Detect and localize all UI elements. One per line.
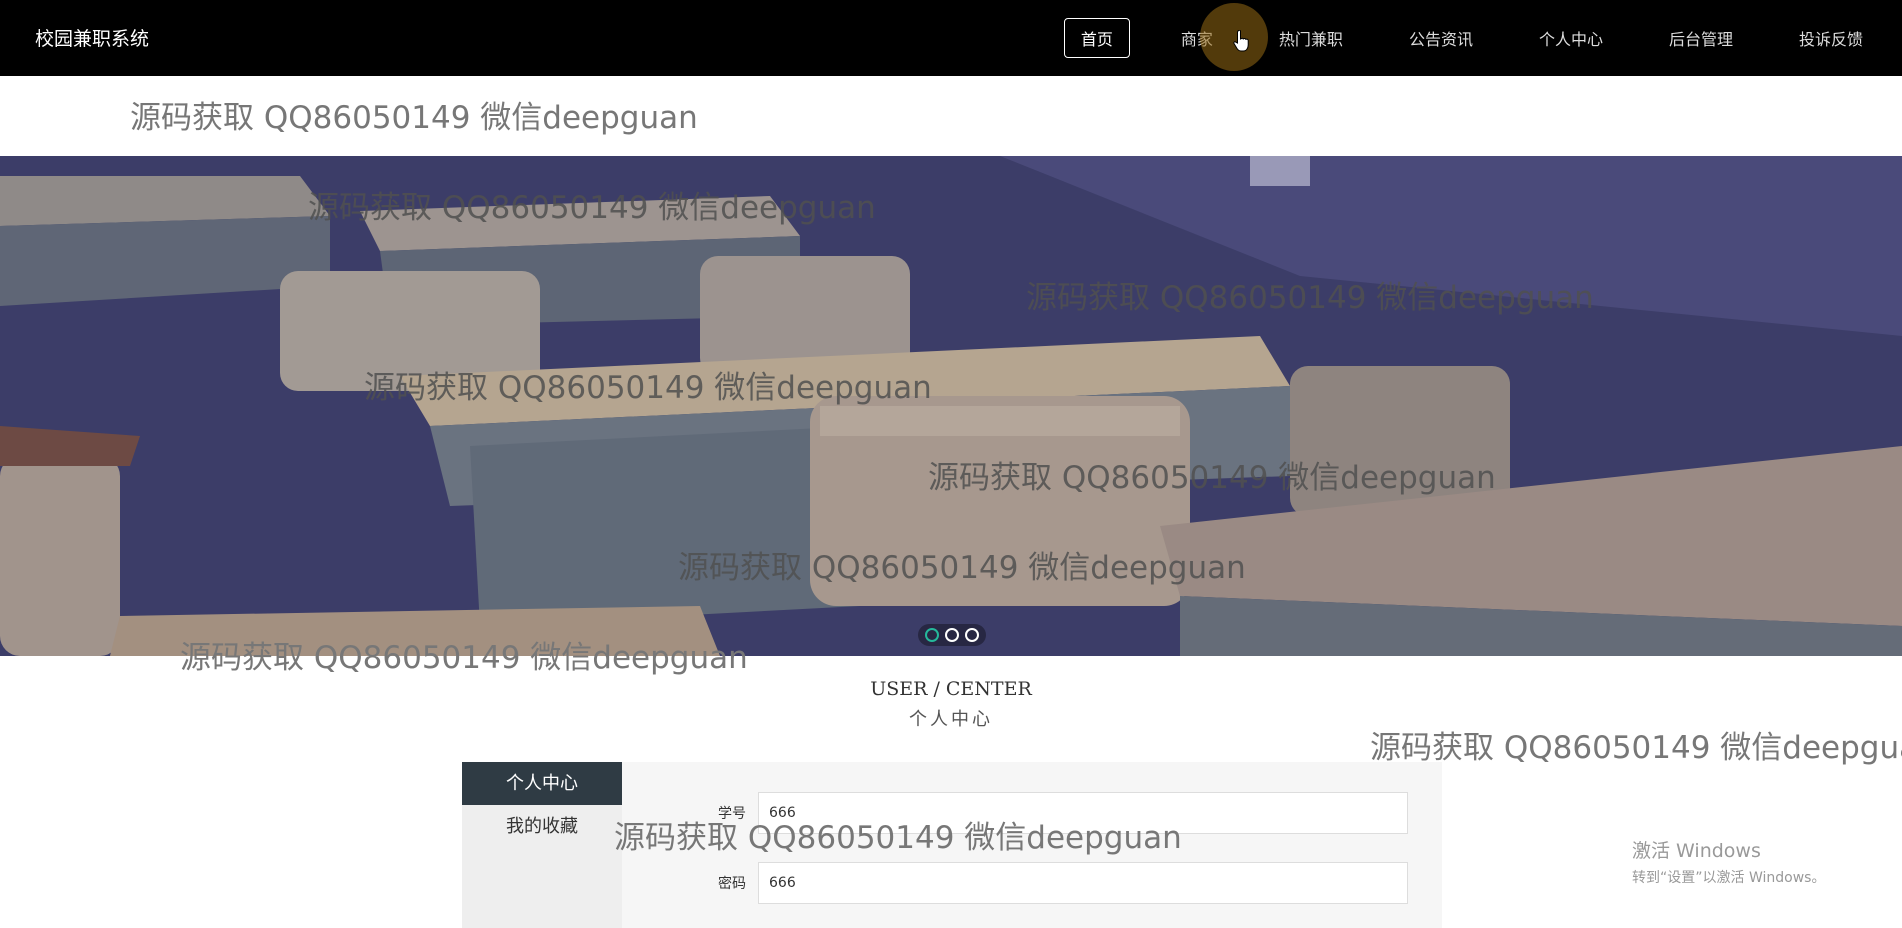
site-brand[interactable]: 校园兼职系统: [35, 24, 149, 51]
form-row-password: 密码: [622, 862, 1442, 904]
section-title-en: USER / CENTER: [870, 678, 1032, 700]
sidebar-item-user-center[interactable]: 个人中心: [462, 762, 622, 805]
nav-feedback[interactable]: 投诉反馈: [1784, 18, 1878, 58]
carousel-dot[interactable]: [945, 628, 959, 642]
nav-hot-jobs[interactable]: 热门兼职: [1264, 18, 1358, 58]
activation-subtitle: 转到“设置”以激活 Windows。: [1632, 870, 1826, 886]
activation-title: 激活 Windows: [1632, 840, 1761, 862]
nav-admin[interactable]: 后台管理: [1654, 18, 1748, 58]
section-title-cn: 个人中心: [909, 709, 993, 730]
watermark-text: 源码获取 QQ86050149 微信deepguan: [130, 100, 698, 136]
watermark-text: 源码获取 QQ86050149 微信deepguan: [678, 550, 1246, 586]
sidebar: 个人中心 我的收藏: [462, 762, 622, 928]
hand-cursor-icon: [1233, 30, 1249, 52]
watermark-text: 源码获取 QQ86050149 微信deepguan: [308, 190, 876, 226]
windows-activation-notice: 激活 Windows 转到“设置”以激活 Windows。: [1632, 836, 1825, 887]
password-input[interactable]: [758, 862, 1408, 904]
carousel-dot[interactable]: [925, 628, 939, 642]
watermark-text: 源码获取 QQ86050149 微信deepguan: [364, 370, 932, 406]
main-nav: 首页 商家 热门兼职 公告资讯 个人中心 后台管理 投诉反馈: [1028, 0, 1902, 76]
top-navbar: 校园兼职系统 首页 商家 热门兼职 公告资讯 个人中心 后台管理 投诉反馈: [0, 0, 1902, 76]
watermark-text: 源码获取 QQ86050149 微信deepguan: [928, 460, 1496, 496]
nav-home[interactable]: 首页: [1063, 18, 1130, 58]
watermark-text: 源码获取 QQ86050149 微信deepguan: [180, 640, 748, 676]
password-label: 密码: [718, 876, 746, 892]
hero-carousel: 源码获取 QQ86050149 微信deepguan 源码获取 QQ860501…: [0, 156, 1902, 656]
watermark-text: 源码获取 QQ86050149 微信deepguan: [614, 820, 1182, 856]
carousel-dot[interactable]: [965, 628, 979, 642]
nav-announcements[interactable]: 公告资讯: [1394, 18, 1488, 58]
nav-user-center[interactable]: 个人中心: [1524, 18, 1618, 58]
sidebar-item-favorites[interactable]: 我的收藏: [462, 805, 622, 848]
carousel-indicators: [918, 624, 986, 646]
watermark-text: 源码获取 QQ86050149 微信deepguan: [1026, 280, 1594, 316]
